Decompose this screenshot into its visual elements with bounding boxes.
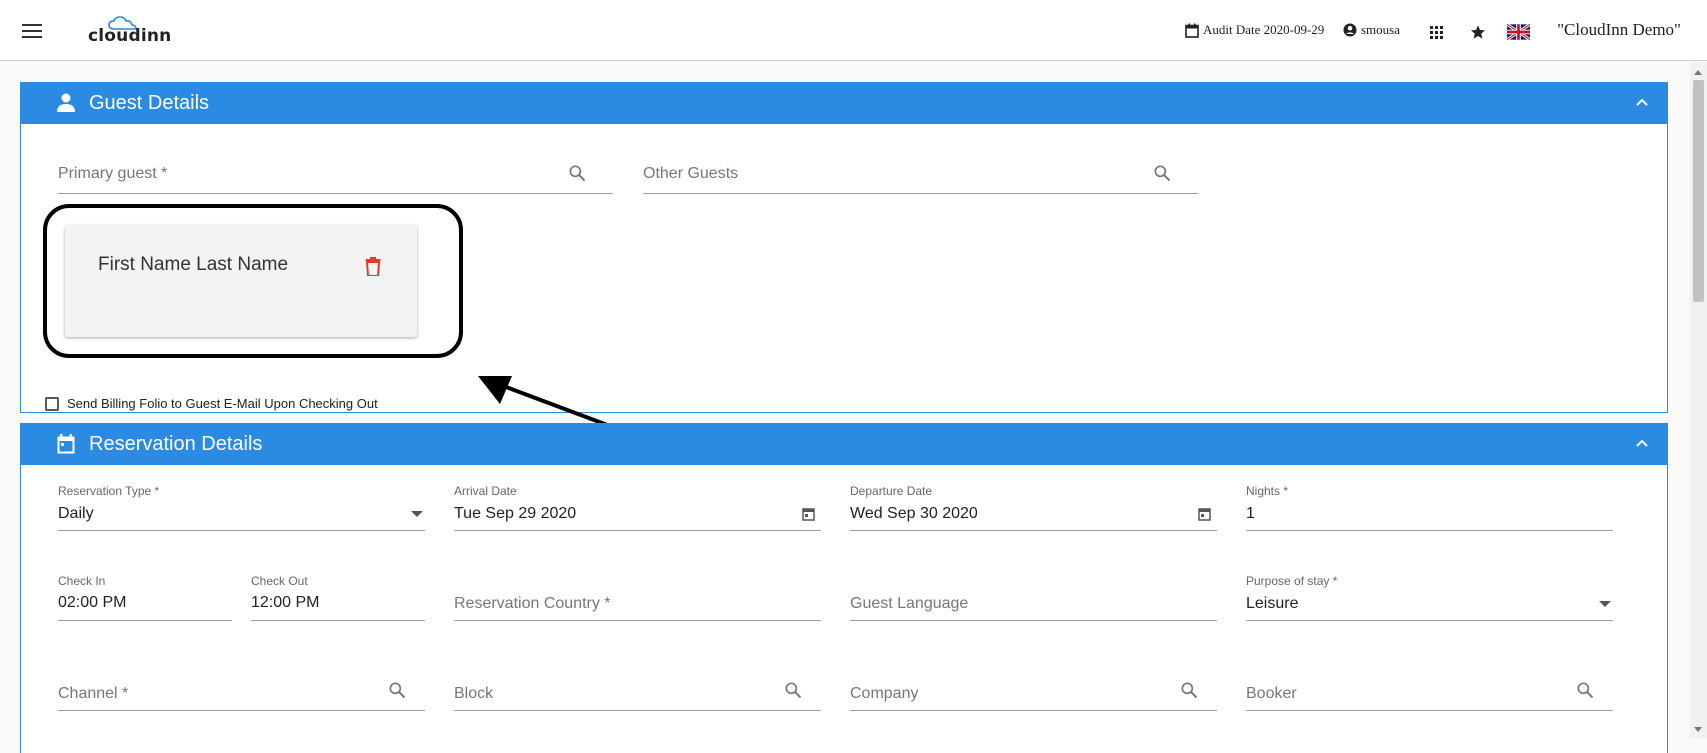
search-icon[interactable]: [567, 163, 587, 183]
check-out-field[interactable]: Check Out 12:00 PM: [251, 574, 425, 622]
channel-field[interactable]: Channel *: [58, 664, 425, 712]
star-icon[interactable]: [1470, 24, 1486, 40]
check-in-value[interactable]: 02:00 PM: [58, 594, 126, 612]
check-in-field[interactable]: Check In 02:00 PM: [58, 574, 232, 622]
departure-date-field[interactable]: Departure Date Wed Sep 30 2020: [850, 484, 1217, 532]
departure-date-label: Departure Date: [850, 484, 933, 498]
primary-guest-input[interactable]: Primary guest *: [58, 165, 167, 183]
audit-date-text: Audit Date 2020-09-29: [1203, 22, 1325, 37]
user-menu[interactable]: smousa: [1343, 22, 1400, 38]
scroll-down-arrow-icon[interactable]: [1694, 727, 1702, 732]
booker-field[interactable]: Booker: [1246, 664, 1613, 712]
booker-input[interactable]: Booker: [1246, 685, 1297, 703]
reservation-details-title: Reservation Details: [89, 433, 263, 455]
audit-date[interactable]: Audit Date 2020-09-29: [1185, 22, 1324, 38]
arrival-date-value: Tue Sep 29 2020: [454, 505, 577, 522]
top-bar: cloudinn Audit Date 2020-09-29 smousa "C…: [0, 0, 1707, 61]
channel-input[interactable]: Channel *: [58, 685, 128, 703]
arrival-date-label: Arrival Date: [454, 484, 517, 498]
reservation-country-field[interactable]: Reservation Country *: [454, 574, 821, 622]
check-in-label: Check In: [58, 574, 106, 588]
search-icon[interactable]: [1179, 680, 1199, 700]
company-field[interactable]: Company: [850, 664, 1217, 712]
departure-date-value: Wed Sep 30 2020: [850, 505, 978, 522]
company-name[interactable]: "CloudInn Demo": [1557, 20, 1681, 40]
reservation-type-label: Reservation Type *: [58, 484, 160, 498]
check-out-label: Check Out: [251, 574, 308, 588]
nights-input[interactable]: 1: [1246, 505, 1255, 523]
logo-text: cloudinn: [88, 26, 172, 46]
company-input[interactable]: Company: [850, 685, 918, 703]
nights-field[interactable]: Nights * 1: [1246, 484, 1613, 532]
collapse-chevron-up-icon[interactable]: [1635, 95, 1649, 109]
arrival-date-field[interactable]: Arrival Date Tue Sep 29 2020: [454, 484, 821, 532]
reservation-type-select[interactable]: Reservation Type * Daily: [58, 484, 425, 532]
guest-language-field[interactable]: Guest Language: [850, 574, 1217, 622]
page-scrollbar[interactable]: [1690, 62, 1707, 738]
guest-card-name: First Name Last Name: [98, 254, 289, 275]
block-input[interactable]: Block: [454, 685, 493, 703]
primary-guest-field[interactable]: Primary guest *: [58, 163, 613, 195]
scroll-thumb[interactable]: [1693, 80, 1704, 302]
guest-language-input[interactable]: Guest Language: [850, 595, 968, 613]
cloudinn-logo[interactable]: cloudinn: [88, 14, 178, 48]
search-icon[interactable]: [1575, 680, 1595, 700]
check-out-value[interactable]: 12:00 PM: [251, 594, 319, 612]
dropdown-arrow-icon[interactable]: [1599, 601, 1611, 607]
reservation-type-value: Daily: [58, 505, 94, 522]
block-field[interactable]: Block: [454, 664, 821, 712]
person-icon: [57, 93, 75, 112]
nights-label: Nights *: [1246, 484, 1289, 498]
uk-flag-icon[interactable]: [1507, 24, 1530, 40]
calendar-icon: [1185, 23, 1199, 38]
other-guests-input[interactable]: Other Guests: [643, 165, 738, 183]
search-icon[interactable]: [1152, 163, 1172, 183]
search-icon[interactable]: [783, 680, 803, 700]
calendar-picker-icon[interactable]: [802, 507, 815, 521]
guest-details-header[interactable]: Guest Details: [21, 83, 1667, 124]
delete-trash-icon[interactable]: [365, 257, 381, 276]
other-guests-field[interactable]: Other Guests: [643, 163, 1198, 195]
send-folio-label: Send Billing Folio to Guest E-Mail Upon …: [67, 396, 378, 411]
menu-icon[interactable]: [22, 24, 42, 38]
scroll-up-arrow-icon[interactable]: [1694, 70, 1702, 75]
calendar-icon: [57, 434, 75, 454]
calendar-picker-icon[interactable]: [1198, 507, 1211, 521]
send-folio-option[interactable]: Send Billing Folio to Guest E-Mail Upon …: [45, 396, 378, 411]
purpose-of-stay-select[interactable]: Purpose of stay * Leisure: [1246, 574, 1613, 622]
reservation-country-input[interactable]: Reservation Country *: [454, 595, 611, 613]
username: smousa: [1361, 22, 1400, 37]
purpose-of-stay-label: Purpose of stay *: [1246, 574, 1338, 588]
send-folio-checkbox[interactable]: [45, 396, 59, 411]
apps-grid-icon[interactable]: [1430, 26, 1443, 39]
collapse-chevron-up-icon[interactable]: [1635, 436, 1649, 450]
dropdown-arrow-icon[interactable]: [411, 511, 423, 517]
account-circle-icon: [1343, 23, 1357, 37]
guest-card[interactable]: First Name Last Name: [65, 225, 417, 337]
reservation-details-header[interactable]: Reservation Details: [21, 424, 1667, 465]
search-icon[interactable]: [387, 680, 407, 700]
reservation-details-panel: Reservation Details Reservation Type * D…: [20, 423, 1668, 753]
guest-details-panel: Guest Details Primary guest * Other Gues…: [20, 82, 1668, 452]
purpose-of-stay-value: Leisure: [1246, 595, 1299, 612]
guest-details-title: Guest Details: [89, 92, 210, 114]
